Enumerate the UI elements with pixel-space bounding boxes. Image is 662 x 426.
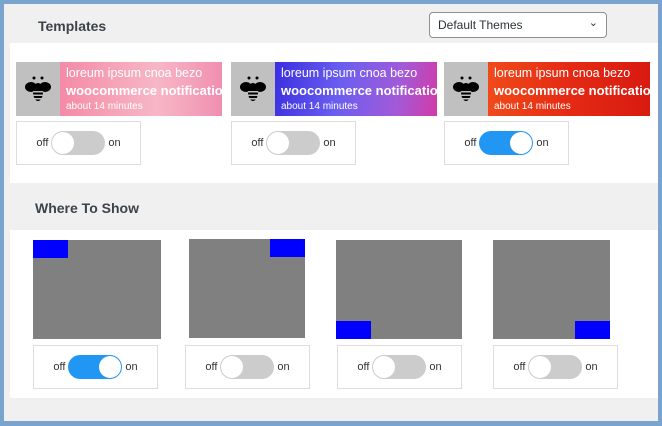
chevron-down-icon: ⌄ bbox=[588, 17, 598, 29]
position-marker bbox=[270, 239, 305, 257]
notification-time: about 14 minutes bbox=[66, 101, 143, 112]
position-bottom-right-preview[interactable] bbox=[493, 240, 610, 339]
position-top-right-preview[interactable] bbox=[189, 239, 305, 338]
toggle-on-label: on bbox=[277, 361, 290, 373]
theme-select-value: Default Themes bbox=[438, 18, 523, 32]
where-to-show-heading: Where To Show bbox=[35, 200, 139, 216]
toggle-on-label: on bbox=[108, 137, 121, 149]
template-card[interactable]: loreum ipsum cnoa bezo woocommerce notifi… bbox=[444, 62, 650, 116]
notification-line1: loreum ipsum cnoa bezo bbox=[66, 66, 203, 80]
template-card[interactable]: loreum ipsum cnoa bezo woocommerce notifi… bbox=[231, 62, 437, 116]
position-bottom-left-preview[interactable] bbox=[336, 240, 462, 339]
template-toggle: off on bbox=[231, 121, 356, 165]
bee-icon bbox=[444, 62, 488, 116]
template-card[interactable]: loreum ipsum cnoa bezo woocommerce notifi… bbox=[16, 62, 222, 116]
position-toggle: off on bbox=[337, 345, 462, 389]
bee-icon bbox=[16, 62, 60, 116]
toggle-switch[interactable] bbox=[528, 355, 583, 379]
toggle-switch[interactable] bbox=[266, 131, 321, 155]
notification-time: about 14 minutes bbox=[494, 101, 571, 112]
position-marker bbox=[33, 240, 68, 258]
toggle-off-label: off bbox=[513, 361, 526, 373]
toggle-switch[interactable] bbox=[220, 355, 275, 379]
toggle-off-label: off bbox=[357, 361, 370, 373]
toggle-off-label: off bbox=[464, 137, 477, 149]
position-toggle: off on bbox=[33, 345, 158, 389]
notification-line2: woocommerce notification bbox=[281, 83, 437, 98]
toggle-on-label: on bbox=[536, 137, 549, 149]
notification-line1: loreum ipsum cnoa bezo bbox=[281, 66, 418, 80]
toggle-switch[interactable] bbox=[51, 131, 106, 155]
toggle-off-label: off bbox=[205, 361, 218, 373]
position-top-left-preview[interactable] bbox=[33, 240, 161, 339]
notification-time: about 14 minutes bbox=[281, 101, 358, 112]
toggle-on-label: on bbox=[429, 361, 442, 373]
position-toggle: off on bbox=[185, 345, 310, 389]
toggle-switch[interactable] bbox=[372, 355, 427, 379]
theme-select[interactable]: Default Themes ⌄ bbox=[429, 12, 607, 38]
toggle-off-label: off bbox=[53, 361, 66, 373]
toggle-off-label: off bbox=[36, 137, 49, 149]
position-toggle: off on bbox=[493, 345, 618, 389]
bee-icon bbox=[231, 62, 275, 116]
template-toggle: off on bbox=[16, 121, 141, 165]
toggle-on-label: on bbox=[323, 137, 336, 149]
notification-line2: woocommerce notification bbox=[66, 83, 222, 98]
templates-heading: Templates bbox=[38, 18, 107, 34]
toggle-switch[interactable] bbox=[68, 355, 123, 379]
position-marker bbox=[336, 321, 371, 339]
toggle-switch[interactable] bbox=[479, 131, 534, 155]
toggle-on-label: on bbox=[585, 361, 598, 373]
toggle-on-label: on bbox=[125, 361, 138, 373]
notification-line1: loreum ipsum cnoa bezo bbox=[494, 66, 631, 80]
toggle-off-label: off bbox=[251, 137, 264, 149]
template-toggle: off on bbox=[444, 121, 569, 165]
position-marker bbox=[575, 321, 610, 339]
notification-line2: woocommerce notification bbox=[494, 83, 650, 98]
